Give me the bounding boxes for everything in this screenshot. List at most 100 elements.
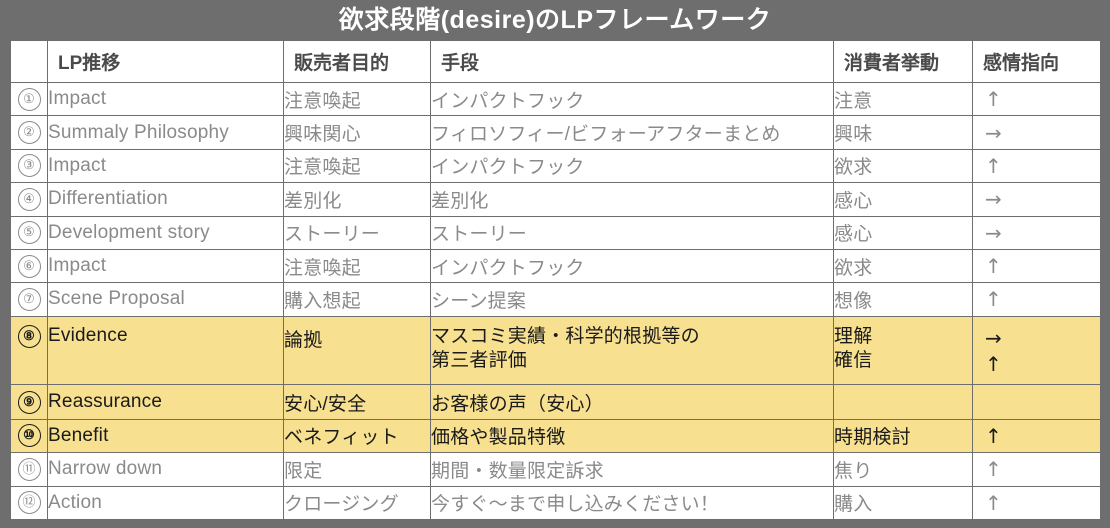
table-row: ② Summaly Philosophy 興味関心 フィロソフィー/ビフォーアフ… (10, 115, 1101, 150)
cell-emotion-line2: ↑ (985, 351, 1002, 376)
cell-lp: Narrow down (47, 452, 284, 487)
cell-emotion: → (972, 182, 1101, 217)
cell-goal: 興味関心 (283, 115, 431, 150)
table-row: ⑥ Impact 注意喚起 インパクトフック 欲求 ↑ (10, 248, 1101, 284)
cell-means: 今すぐ〜まで申し込みください！ (430, 485, 834, 521)
cell-emotion: ↑ (972, 248, 1101, 284)
cell-goal: 購入想起 (283, 282, 431, 317)
lp-framework-table: LP推移 販売者目的 手段 消費者挙動 感情指向 ① Impact 注意喚起 イ… (10, 40, 1101, 521)
cell-means: シーン提案 (430, 282, 834, 317)
table-row: ⑦ Scene Proposal 購入想起 シーン提案 想像 ↑ (10, 282, 1101, 317)
cell-behavior: 感心 (833, 215, 973, 250)
table-row-highlighted: ⑧ Evidence 論拠 マスコミ実績・科学的根拠等の 第三者評価 理解 確信… (10, 315, 1101, 386)
cell-means: インパクトフック (430, 248, 834, 284)
column-header-behavior: 消費者挙動 (833, 40, 973, 83)
column-header-goal: 販売者目的 (283, 40, 431, 83)
cell-behavior-line1: 理解 (834, 325, 873, 347)
cell-emotion: ↑ (972, 81, 1101, 117)
cell-means-line1: マスコミ実績・科学的根拠等の (431, 325, 700, 347)
cell-means: フィロソフィー/ビフォーアフターまとめ (430, 115, 834, 150)
cell-goal: 差別化 (283, 182, 431, 217)
cell-means-line2: 第三者評価 (431, 350, 528, 372)
cell-goal: 論拠 (283, 315, 431, 386)
cell-emotion: → ↑ (972, 315, 1101, 386)
cell-means: インパクトフック (430, 81, 834, 117)
cell-lp: Impact (47, 248, 284, 284)
cell-behavior: 興味 (833, 115, 973, 150)
cell-goal: ベネフィット (283, 418, 431, 454)
column-header-emotion: 感情指向 (972, 40, 1101, 83)
cell-behavior: 想像 (833, 282, 973, 317)
cell-goal: 安心/安全 (283, 384, 431, 420)
cell-means: インパクトフック (430, 148, 834, 184)
cell-lp: Scene Proposal (47, 282, 284, 317)
table-row-highlighted: ⑩ Benefit ベネフィット 価格や製品特徴 時期検討 ↑ (10, 418, 1101, 454)
table-row: ⑪ Narrow down 限定 期間・数量限定訴求 焦り ↑ (10, 452, 1101, 487)
cell-behavior: 購入 (833, 485, 973, 521)
row-number: ③ (10, 148, 48, 184)
cell-lp: Reassurance (47, 384, 284, 420)
cell-behavior: 焦り (833, 452, 973, 487)
cell-behavior: 理解 確信 (833, 315, 973, 386)
cell-emotion: ↑ (972, 148, 1101, 184)
cell-emotion: ↑ (972, 282, 1101, 317)
page-title: 欲求段階(desire)のLPフレームワーク (338, 5, 772, 34)
row-number: ② (10, 115, 48, 150)
table-row: ③ Impact 注意喚起 インパクトフック 欲求 ↑ (10, 148, 1101, 184)
cell-behavior: 欲求 (833, 248, 973, 284)
cell-behavior: 注意 (833, 81, 973, 117)
row-number: ① (10, 81, 48, 117)
cell-means: 期間・数量限定訴求 (430, 452, 834, 487)
cell-lp: Summaly Philosophy (47, 115, 284, 150)
row-number: ⑩ (10, 418, 48, 454)
cell-emotion: ↑ (972, 418, 1101, 454)
cell-lp: Evidence (47, 315, 284, 386)
column-header-number (10, 40, 48, 83)
cell-goal: 注意喚起 (283, 81, 431, 117)
cell-means: 価格や製品特徴 (430, 418, 834, 454)
cell-means: お客様の声（安心） (430, 384, 834, 420)
cell-behavior: 感心 (833, 182, 973, 217)
table-row: ① Impact 注意喚起 インパクトフック 注意 ↑ (10, 81, 1101, 117)
cell-emotion: → (972, 215, 1101, 250)
cell-emotion: → (972, 115, 1101, 150)
row-number: ⑪ (10, 452, 48, 487)
cell-goal: 注意喚起 (283, 248, 431, 284)
row-number: ⑨ (10, 384, 48, 420)
cell-lp: Differentiation (47, 182, 284, 217)
row-number: ⑦ (10, 282, 48, 317)
row-number: ⑫ (10, 485, 48, 521)
cell-goal: クロージング (283, 485, 431, 521)
table-container: LP推移 販売者目的 手段 消費者挙動 感情指向 ① Impact 注意喚起 イ… (10, 40, 1101, 521)
cell-behavior: 時期検討 (833, 418, 973, 454)
cell-means: 差別化 (430, 182, 834, 217)
cell-goal: 注意喚起 (283, 148, 431, 184)
cell-means: ストーリー (430, 215, 834, 250)
cell-lp: Impact (47, 81, 284, 117)
table-row-highlighted: ⑨ Reassurance 安心/安全 お客様の声（安心） (10, 384, 1101, 420)
cell-emotion (972, 384, 1101, 420)
framework-table-graphic: 欲求段階(desire)のLPフレームワーク LP推移 販売者目的 手段 消費者… (0, 0, 1110, 528)
table-row: ④ Differentiation 差別化 差別化 感心 → (10, 182, 1101, 217)
cell-lp: Development story (47, 215, 284, 250)
cell-emotion: ↑ (972, 452, 1101, 487)
cell-goal: 限定 (283, 452, 431, 487)
row-number: ⑥ (10, 248, 48, 284)
cell-emotion-line1: → (985, 325, 1002, 350)
cell-means: マスコミ実績・科学的根拠等の 第三者評価 (430, 315, 834, 386)
cell-behavior (833, 384, 973, 420)
cell-goal: ストーリー (283, 215, 431, 250)
cell-behavior-line2: 確信 (834, 350, 873, 372)
row-number: ④ (10, 182, 48, 217)
table-row: ⑤ Development story ストーリー ストーリー 感心 → (10, 215, 1101, 250)
table-header-row: LP推移 販売者目的 手段 消費者挙動 感情指向 (10, 40, 1101, 83)
cell-behavior: 欲求 (833, 148, 973, 184)
title-bar: 欲求段階(desire)のLPフレームワーク (0, 0, 1110, 40)
cell-lp: Benefit (47, 418, 284, 454)
column-header-lp: LP推移 (47, 40, 284, 83)
cell-lp: Impact (47, 148, 284, 184)
row-number: ⑧ (10, 315, 48, 386)
cell-lp: Action (47, 485, 284, 521)
cell-emotion: ↑ (972, 485, 1101, 521)
table-row: ⑫ Action クロージング 今すぐ〜まで申し込みください！ 購入 ↑ (10, 485, 1101, 521)
